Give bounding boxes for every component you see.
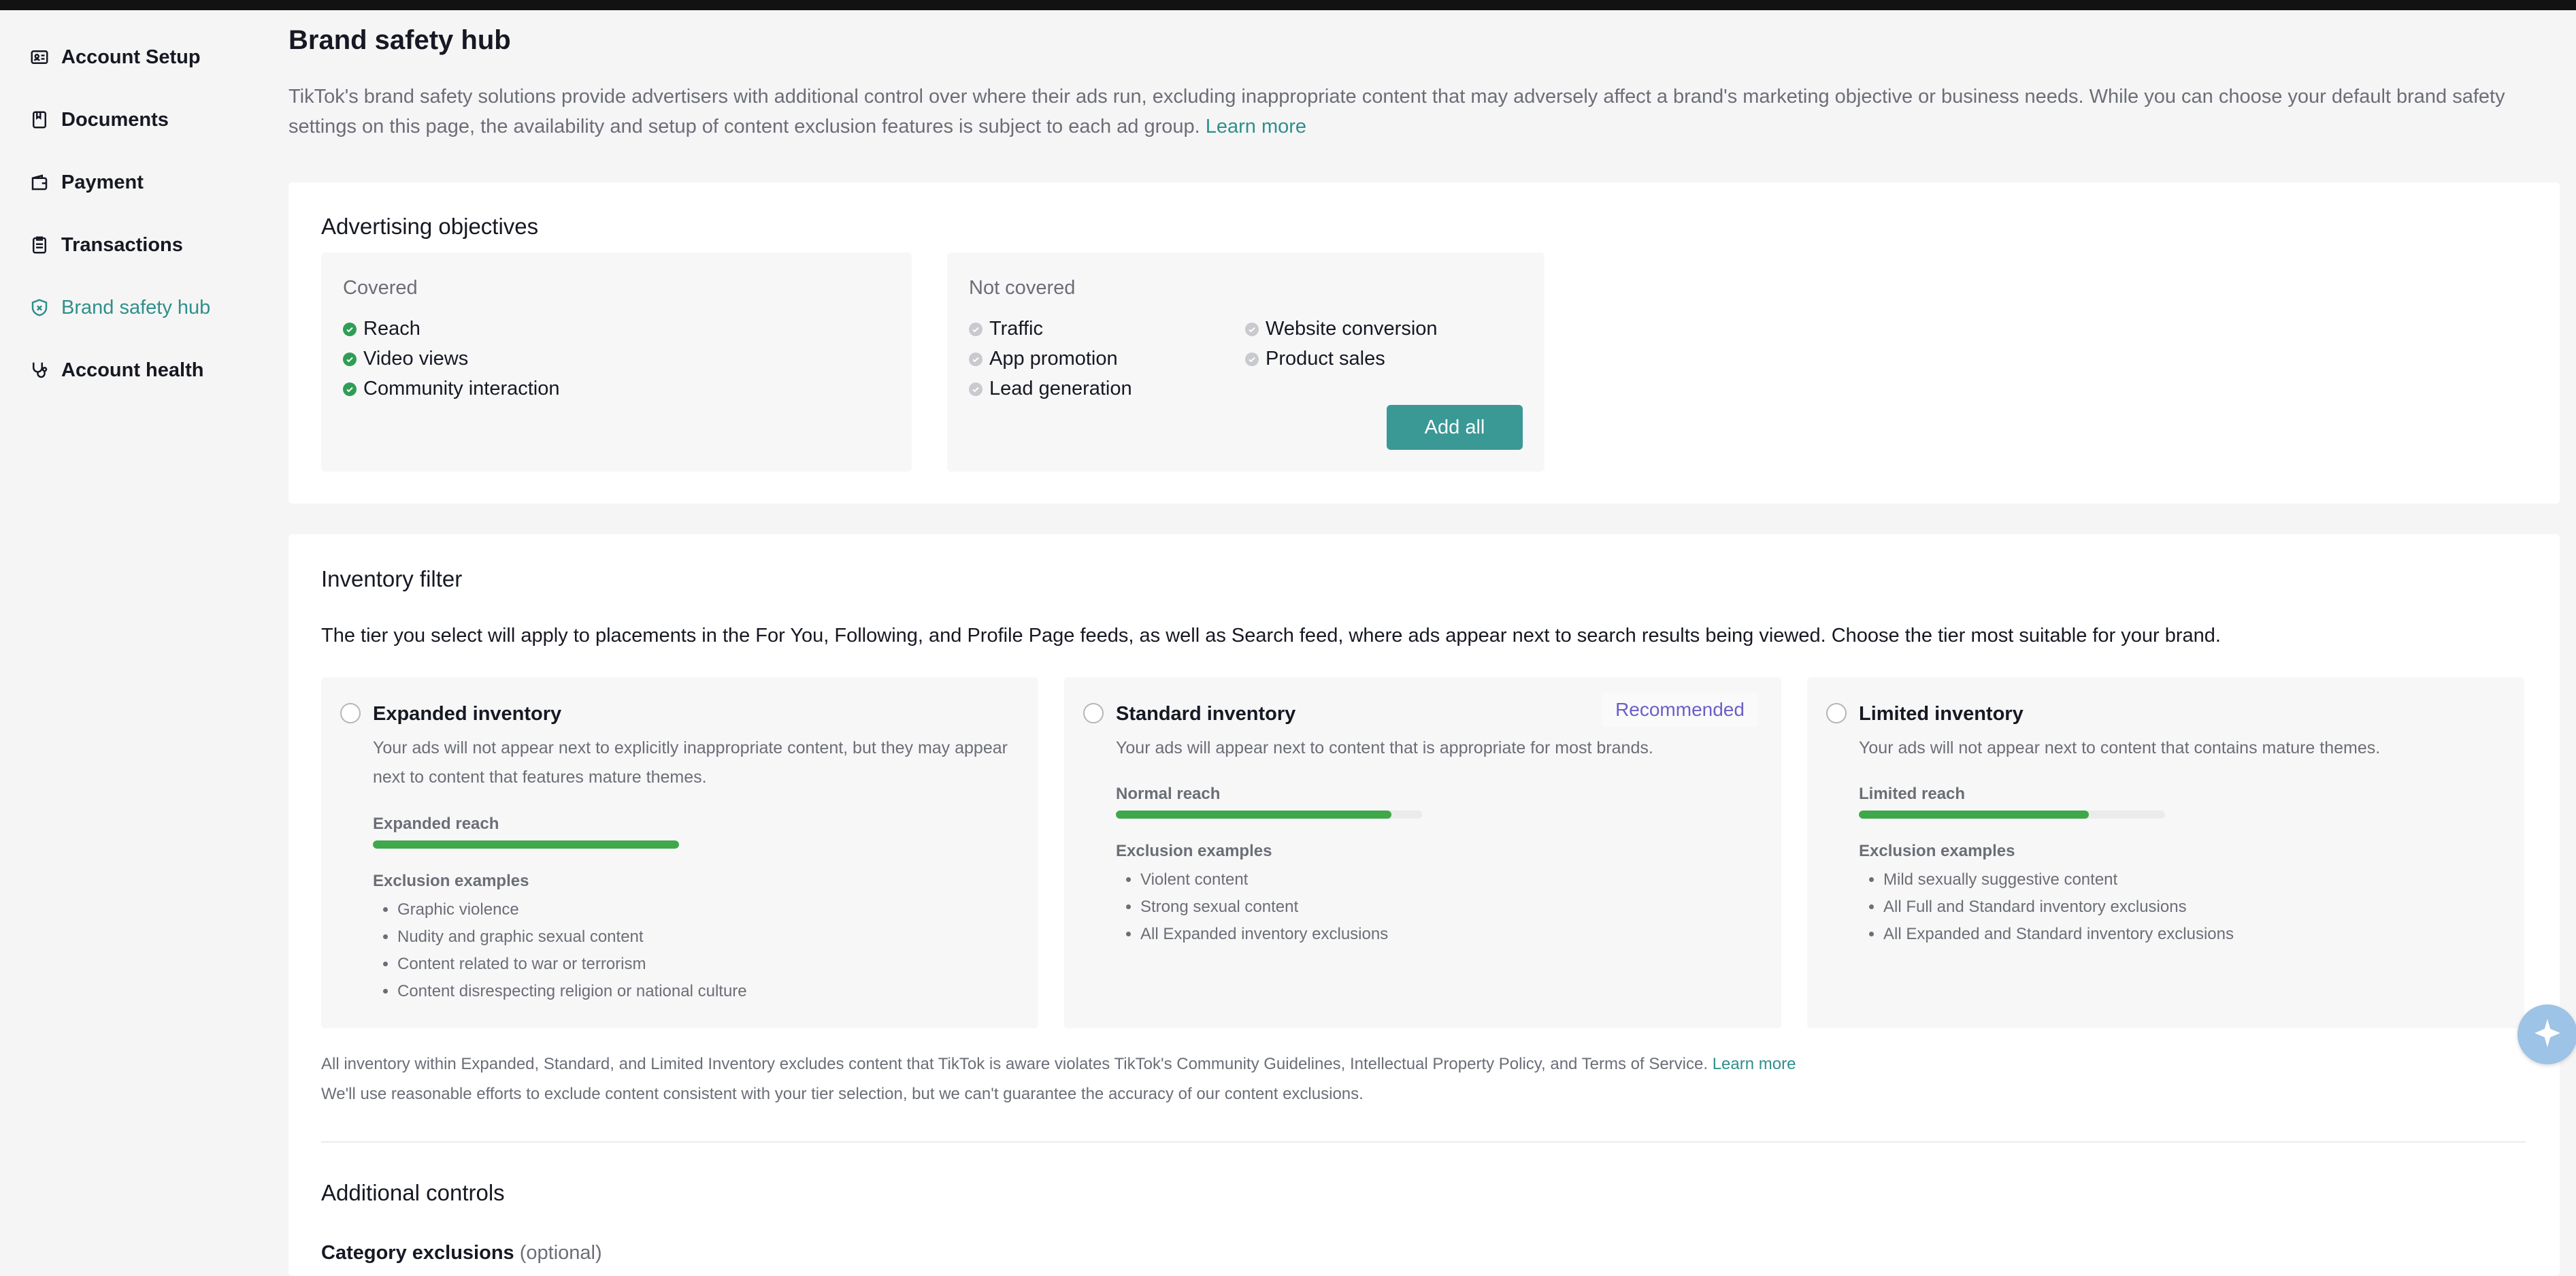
not-covered-item: Product sales: [1245, 348, 1385, 370]
not-covered-item: App promotion: [969, 348, 1118, 370]
sidebar: Account Setup Documents Payment Transact…: [0, 10, 272, 1266]
not-covered-item: Website conversion: [1245, 318, 1438, 340]
sidebar-item-payment[interactable]: Payment: [29, 162, 144, 203]
footnote-learn-more-link[interactable]: Learn more: [1713, 1055, 1796, 1073]
exclusion-item: Content disrespecting religion or nation…: [397, 978, 747, 1005]
page-title: Brand safety hub: [288, 25, 511, 55]
sidebar-item-label: Documents: [61, 108, 169, 131]
check-icon: [1245, 322, 1259, 336]
check-icon: [343, 322, 357, 336]
exclusion-examples-title: Exclusion examples: [373, 872, 529, 890]
sidebar-item-account-setup[interactable]: Account Setup: [29, 37, 201, 78]
exclusion-list: Violent content Strong sexual content Al…: [1116, 866, 1388, 948]
check-icon: [343, 352, 357, 366]
reach-bar-fill: [373, 840, 679, 849]
advertising-objectives-card: Advertising objectives Covered Reach Vid…: [288, 182, 2560, 504]
exclusion-item: Graphic violence: [397, 896, 747, 923]
tier-description: Your ads will not appear next to explici…: [373, 738, 1008, 787]
exclusion-item: Violent content: [1140, 866, 1388, 894]
shield-icon: [29, 297, 50, 318]
wallet-icon: [29, 171, 50, 193]
sidebar-item-label: Brand safety hub: [61, 296, 211, 318]
reach-bar: [1116, 811, 1422, 819]
reach-bar: [373, 840, 679, 849]
intro-text: TikTok's brand safety solutions provide …: [288, 86, 2505, 137]
sidebar-item-brand-safety-hub[interactable]: Brand safety hub: [29, 287, 210, 328]
reach-bar: [1859, 811, 2165, 819]
intro-learn-more-link[interactable]: Learn more: [1206, 116, 1306, 137]
top-bar: [0, 0, 2576, 10]
tier-name: Expanded inventory: [373, 703, 562, 725]
sidebar-item-label: Account Setup: [61, 46, 201, 68]
document-icon: [29, 109, 50, 131]
sidebar-item-transactions[interactable]: Transactions: [29, 225, 183, 265]
exclusion-item: Strong sexual content: [1140, 894, 1388, 921]
section-divider: [321, 1141, 2526, 1143]
tier-radio-standard[interactable]: [1083, 703, 1104, 723]
inventory-footnote: All inventory within Expanded, Standard,…: [321, 1055, 1796, 1073]
reach-bar-fill: [1859, 811, 2089, 819]
exclusion-item: All Expanded and Standard inventory excl…: [1883, 921, 2234, 948]
tier-name: Standard inventory: [1116, 703, 1296, 725]
sidebar-item-label: Account health: [61, 359, 204, 381]
tier-card-standard[interactable]: Standard inventory Recommended Your ads …: [1064, 677, 1781, 1028]
exclusion-item: Content related to war or terrorism: [397, 951, 747, 978]
exclusion-examples-title: Exclusion examples: [1859, 842, 2015, 860]
tier-description: Your ads will not appear next to content…: [1859, 738, 2381, 757]
inventory-filter-title: Inventory filter: [321, 566, 463, 591]
recommended-badge: Recommended: [1602, 693, 1758, 727]
advertising-objectives-title: Advertising objectives: [321, 214, 539, 239]
tier-name: Limited inventory: [1859, 703, 2024, 725]
check-icon: [969, 352, 982, 366]
not-covered-item: Lead generation: [969, 378, 1132, 400]
category-exclusions-label: Category exclusions (optional): [321, 1242, 602, 1264]
id-card-icon: [29, 46, 50, 68]
check-icon: [969, 322, 982, 336]
assistant-sparkle-button[interactable]: [2517, 1004, 2576, 1064]
tier-radio-expanded[interactable]: [340, 703, 361, 723]
page-intro: TikTok's brand safety solutions provide …: [288, 82, 2534, 142]
reach-label: Limited reach: [1859, 785, 1966, 803]
reach-label: Normal reach: [1116, 785, 1221, 803]
stethoscope-icon: [29, 359, 50, 381]
exclusion-list: Mild sexually suggestive content All Ful…: [1859, 866, 2234, 948]
covered-panel: Covered Reach Video views Community inte…: [321, 252, 912, 472]
inventory-filter-card: Inventory filter The tier you select wil…: [288, 534, 2560, 1276]
covered-item: Video views: [343, 348, 468, 370]
tier-card-expanded[interactable]: Expanded inventory Your ads will not app…: [321, 677, 1038, 1028]
exclusion-examples-title: Exclusion examples: [1116, 842, 1272, 860]
sidebar-item-documents[interactable]: Documents: [29, 99, 169, 140]
not-covered-title: Not covered: [969, 277, 1076, 299]
inventory-filter-description: The tier you select will apply to placem…: [321, 625, 2221, 647]
inventory-disclaimer: We'll use reasonable efforts to exclude …: [321, 1085, 1364, 1103]
exclusion-item: Nudity and graphic sexual content: [397, 923, 747, 951]
additional-controls-title: Additional controls: [321, 1180, 505, 1205]
receipt-icon: [29, 234, 50, 256]
tier-card-limited[interactable]: Limited inventory Your ads will not appe…: [1807, 677, 2524, 1028]
tier-radio-limited[interactable]: [1826, 703, 1847, 723]
exclusion-list: Graphic violence Nudity and graphic sexu…: [373, 896, 747, 1005]
not-covered-item: Traffic: [969, 318, 1043, 340]
check-icon: [1245, 352, 1259, 366]
tier-description: Your ads will appear next to content tha…: [1116, 738, 1653, 757]
covered-item: Reach: [343, 318, 420, 340]
reach-label: Expanded reach: [373, 815, 499, 833]
exclusion-item: All Expanded inventory exclusions: [1140, 921, 1388, 948]
exclusion-item: All Full and Standard inventory exclusio…: [1883, 894, 2234, 921]
not-covered-panel: Not covered Traffic App promotion Lead g…: [947, 252, 1545, 472]
sidebar-item-label: Transactions: [61, 233, 183, 256]
covered-title: Covered: [343, 277, 418, 299]
check-icon: [343, 382, 357, 396]
add-all-button[interactable]: Add all: [1387, 405, 1523, 450]
check-icon: [969, 382, 982, 396]
reach-bar-fill: [1116, 811, 1391, 819]
sidebar-item-label: Payment: [61, 171, 144, 193]
sparkle-icon: [2530, 1016, 2564, 1053]
sidebar-item-account-health[interactable]: Account health: [29, 350, 203, 391]
covered-item: Community interaction: [343, 378, 560, 400]
exclusion-item: Mild sexually suggestive content: [1883, 866, 2234, 894]
